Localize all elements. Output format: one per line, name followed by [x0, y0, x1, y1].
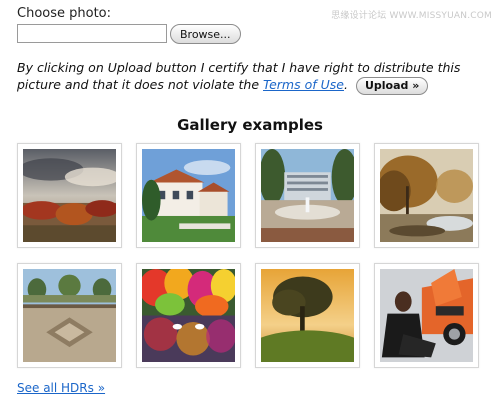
watermark-text: 思缘设计论坛 WWW.MISSYUAN.COM [331, 11, 492, 21]
autumn-lake-image [142, 269, 235, 362]
stormy-landscape-image [23, 149, 116, 242]
sunset-tree-image [261, 269, 354, 362]
man-sports-car-image [380, 269, 473, 362]
disclaimer-period: . [343, 77, 348, 92]
gallery-thumb-stormy-landscape[interactable] [17, 143, 122, 248]
file-path-input[interactable] [17, 24, 167, 43]
browse-button[interactable]: Browse... [170, 24, 241, 44]
stone-plaza-image [23, 269, 116, 362]
see-all-hdrs-link[interactable]: See all HDRs » [17, 381, 105, 395]
upload-button[interactable]: Upload » [355, 76, 429, 95]
gallery-thumb-man-sports-car[interactable] [374, 263, 479, 368]
upload-disclaimer: By clicking on Upload button I certify t… [17, 59, 497, 95]
gallery-title: Gallery examples [177, 116, 323, 134]
gallery-thumb-sunset-tree[interactable] [255, 263, 360, 368]
villa-image [142, 149, 235, 242]
choose-photo-label: Choose photo: [17, 6, 112, 21]
terms-of-use-link[interactable]: Terms of Use [263, 77, 344, 92]
gallery-thumb-plaza-fountain[interactable] [255, 143, 360, 248]
plaza-fountain-image [261, 149, 354, 242]
golden-trees-image [380, 149, 473, 242]
gallery-thumb-stone-plaza[interactable] [17, 263, 122, 368]
gallery-thumb-autumn-lake[interactable] [136, 263, 241, 368]
gallery-thumb-golden-trees[interactable] [374, 143, 479, 248]
gallery-thumb-villa[interactable] [136, 143, 241, 248]
